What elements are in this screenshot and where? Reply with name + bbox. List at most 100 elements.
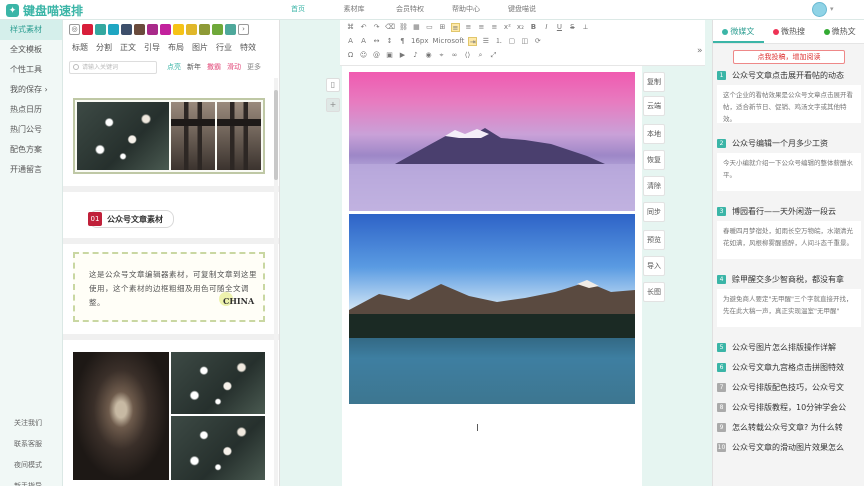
- side-button-6[interactable]: 预览: [643, 230, 665, 250]
- nav-color-schemes[interactable]: 配色方案: [0, 140, 62, 160]
- list-item[interactable]: 4 赊甲醒交多少智商税，都没有拿 为避免商人要定"无甲醒"三个字就直接开找，先在此大…: [717, 272, 861, 327]
- text-color-icon[interactable]: A: [346, 37, 355, 46]
- color-swatch[interactable]: [121, 24, 132, 35]
- side-button-8[interactable]: 长图: [643, 282, 665, 302]
- tag-3[interactable]: 滑动: [227, 62, 241, 72]
- shadow-icon[interactable]: ◫: [520, 37, 529, 46]
- table-icon[interactable]: ▦: [412, 23, 421, 32]
- color-swatch[interactable]: [95, 24, 106, 35]
- tag-0[interactable]: 点亮: [167, 62, 181, 72]
- cat-body[interactable]: 正文: [120, 42, 136, 53]
- scrollbar-thumb[interactable]: [274, 90, 278, 180]
- nav-material-library[interactable]: 素材库: [326, 4, 382, 14]
- blossom-photo-2[interactable]: [171, 352, 265, 414]
- cat-guide[interactable]: 引导: [144, 42, 160, 53]
- link2-icon[interactable]: ∞: [450, 51, 459, 60]
- color-swatch[interactable]: [225, 24, 236, 35]
- tab-wechat-articles[interactable]: 微媒文: [713, 20, 764, 43]
- tab-hot-search[interactable]: 微热搜: [764, 20, 815, 43]
- justify-icon[interactable]: ≡: [490, 23, 499, 32]
- undo-icon[interactable]: ↶: [359, 23, 368, 32]
- emoji-icon[interactable]: ☺: [359, 51, 368, 60]
- align-right-icon[interactable]: ≡: [477, 23, 486, 32]
- omega-icon[interactable]: Ω: [346, 51, 355, 60]
- list-icon[interactable]: ☰: [481, 37, 490, 46]
- rotate-icon[interactable]: ⟳: [533, 37, 542, 46]
- cat-effects[interactable]: 特效: [240, 42, 256, 53]
- title-badge-card[interactable]: 01 公众号文章素材: [88, 210, 174, 228]
- nav-style-material[interactable]: 样式素材: [0, 20, 62, 40]
- list-item[interactable]: 2 公众号编辑一个月多少工资 今天小编就介绍一下公众号编辑的整体薪酬水平。: [717, 136, 861, 191]
- superscript-icon[interactable]: x²: [503, 23, 512, 32]
- nav-comments[interactable]: 开通留言: [0, 160, 62, 180]
- color-swatch[interactable]: [160, 24, 171, 35]
- palette-icon[interactable]: ◎: [69, 24, 80, 35]
- follow-us-link[interactable]: 关注我们: [0, 413, 63, 434]
- side-button-4[interactable]: 清除: [643, 176, 665, 196]
- quote-card[interactable]: 这是公众号文章编辑器素材，可复制文章到这里使用，这个素材的边框粗细及用色可随全文…: [73, 252, 265, 322]
- list-item[interactable]: 1 公众号文章点击展开看帖的动态 这个企业的看帖效果是公众号文章点击展开看帖，适合新…: [717, 68, 861, 123]
- clear-format-icon[interactable]: ⟂: [581, 23, 590, 32]
- tag-1[interactable]: 新年: [187, 62, 201, 72]
- link-icon[interactable]: ⛓: [399, 23, 408, 32]
- side-button-3[interactable]: 恢复: [643, 150, 665, 170]
- color-swatch[interactable]: [199, 24, 210, 35]
- collapse-icon[interactable]: »: [697, 46, 703, 56]
- search-replace-icon[interactable]: ⌕: [476, 51, 485, 60]
- lake-mountain-photo[interactable]: [349, 214, 635, 404]
- align-left-icon[interactable]: ≡: [450, 23, 460, 32]
- beginner-guide-link[interactable]: 新手指导: [0, 476, 63, 486]
- add-icon[interactable]: +: [326, 98, 340, 112]
- color-swatch[interactable]: [134, 24, 145, 35]
- grid-icon[interactable]: ⊞: [438, 23, 447, 32]
- nav-full-template[interactable]: 全文模板: [0, 40, 62, 60]
- side-button-2[interactable]: 本地: [643, 124, 665, 144]
- bold-icon[interactable]: B: [529, 23, 538, 32]
- font-family-select[interactable]: Microsoft: [433, 37, 465, 46]
- color-swatch[interactable]: [186, 24, 197, 35]
- text-box-icon[interactable]: ▭: [425, 23, 434, 32]
- italic-icon[interactable]: I: [542, 23, 551, 32]
- nav-blog[interactable]: 键盘喵说: [494, 4, 550, 14]
- search-input[interactable]: 请输入关键词: [69, 61, 157, 74]
- submit-article-button[interactable]: 点我投稿，增加阅读: [733, 50, 845, 64]
- avatar[interactable]: [812, 2, 827, 17]
- side-button-0[interactable]: 复制: [643, 72, 665, 92]
- ordered-list-icon[interactable]: ⒈: [494, 37, 503, 46]
- cat-divider[interactable]: 分割: [96, 42, 112, 53]
- side-button-5[interactable]: 同步: [643, 202, 665, 222]
- document-icon[interactable]: ▯: [326, 78, 340, 92]
- list-item[interactable]: 5 公众号图片怎么排版操作详解: [717, 340, 861, 354]
- nav-hot-calendar[interactable]: 热点日历: [0, 100, 62, 120]
- video-icon[interactable]: ▶: [398, 51, 407, 60]
- nav-home[interactable]: 首页: [270, 4, 326, 14]
- eraser-icon[interactable]: ⌫: [385, 23, 395, 32]
- tag-4[interactable]: 更多: [247, 62, 261, 72]
- nav-vip[interactable]: 会员特权: [382, 4, 438, 14]
- image-icon[interactable]: ▣: [385, 51, 394, 60]
- side-button-1[interactable]: 云端: [643, 96, 665, 116]
- night-mode-toggle[interactable]: 夜间模式: [0, 455, 63, 476]
- list-item[interactable]: 9 怎么转载公众号文章? 为什么转: [717, 420, 861, 434]
- border-icon[interactable]: ▢: [507, 37, 516, 46]
- align-center-icon[interactable]: ≡: [464, 23, 473, 32]
- underline-icon[interactable]: U: [555, 23, 564, 32]
- list-item[interactable]: 8 公众号排版教程，10分钟学会公: [717, 400, 861, 414]
- format-paint-icon[interactable]: ⌘: [346, 23, 355, 32]
- cat-title[interactable]: 标题: [72, 42, 88, 53]
- blossom-photo-3[interactable]: [171, 416, 265, 480]
- cat-layout[interactable]: 布局: [168, 42, 184, 53]
- at-icon[interactable]: @: [372, 51, 381, 60]
- color-swatch[interactable]: [173, 24, 184, 35]
- color-swatch[interactable]: [82, 24, 93, 35]
- pink-mountain-photo[interactable]: [349, 72, 635, 211]
- color-swatch[interactable]: [108, 24, 119, 35]
- color-swatch[interactable]: [147, 24, 158, 35]
- logo[interactable]: ✦ 键盘喵速排: [6, 2, 83, 19]
- music-icon[interactable]: ♪: [411, 51, 420, 60]
- tag-2[interactable]: 撒霸: [207, 62, 221, 72]
- list-item[interactable]: 6 公众号文章九宫格点击拼图特效: [717, 360, 861, 374]
- nav-tools[interactable]: 个性工具: [0, 60, 62, 80]
- camera-icon[interactable]: ◉: [424, 51, 433, 60]
- color-swatch[interactable]: [212, 24, 223, 35]
